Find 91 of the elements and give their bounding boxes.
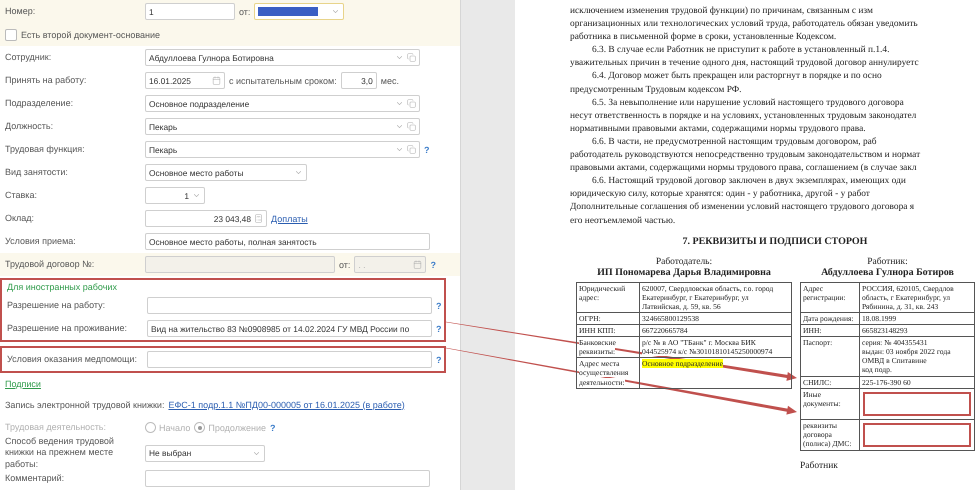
salary-field[interactable]: 23 043,48 <box>145 210 267 227</box>
date-field[interactable]: 16.01.2025 <box>145 72 225 89</box>
document-line: 6.6. В части, не предусмотренной настоящим трудовым договором, раб <box>591 136 878 149</box>
rate-field[interactable]: 1 <box>145 187 205 204</box>
select-field[interactable]: Пекарь <box>145 118 420 135</box>
field-label: Ставка: <box>5 190 38 202</box>
number-field[interactable]: 1 <box>145 3 235 20</box>
document-line: 6.3. В случае если Работник не приступит к работе в установленный п.1.4. <box>591 44 890 58</box>
checkbox-label: Есть второй документ-основание <box>21 30 160 40</box>
select-field[interactable]: Основное подразделение <box>145 95 420 112</box>
selection-highlight <box>258 7 318 16</box>
text-field[interactable] <box>147 297 432 314</box>
radio-label: Начало <box>159 422 190 432</box>
document-line: уважительных причин в течение одного дня, настоящий трудовой договор аннулируетс <box>570 57 920 70</box>
document-line: юридическую силу, которые хранятся: один - у работника, другой - у работ <box>570 188 871 202</box>
field-label: Комментарий: <box>5 472 66 484</box>
document-line: исключением изменения трудовой функции) по причинам, связанным с изм <box>570 5 874 18</box>
field-label: Трудовой договор №: <box>5 258 96 270</box>
text-field[interactable]: Основное место работы, полная занятость <box>145 233 430 250</box>
help-mark[interactable]: ? <box>436 324 442 334</box>
document-line: Дополнительные соглашения об изменении условий настоящего трудового договора я <box>570 201 916 214</box>
field-label: Трудовая деятельность: <box>5 422 107 434</box>
unit-label: мес. <box>380 76 399 86</box>
checkbox[interactable] <box>5 28 17 40</box>
document-line: 6.4. Договор может быть прекращен или расторгнут в порядке и по осно <box>591 70 883 84</box>
record-link[interactable]: ЕФС-1 подр.1.1 №ПД00-000005 от 16.01.2025 (в работе) <box>168 400 405 410</box>
select-field[interactable]: Абдуллоева Гулнора Ботировна <box>145 49 420 66</box>
document-line: правовыми актами, содержащими нормы трудового права, соглашением (в случае закл <box>570 162 918 176</box>
help-mark[interactable]: ? <box>436 354 442 364</box>
field-label: Условия оказания медпомощи: <box>7 354 138 366</box>
select-field[interactable]: Пекарь <box>145 141 420 158</box>
document-line: работодатель руководствуются непосредственно трудовым законодательством и нормат <box>570 149 922 162</box>
probation-label: с испытательным сроком: <box>229 76 337 86</box>
field-label: Разрешение на работу: <box>7 300 106 312</box>
text-field[interactable] <box>147 351 432 368</box>
field-label: Номер: <box>5 6 36 18</box>
date-label: от: <box>239 6 250 16</box>
date-label: от: <box>339 260 350 270</box>
field-label: Вид занятости: <box>5 166 69 178</box>
caret-icon[interactable] <box>192 191 201 200</box>
group-heading: Для иностранных рабочих <box>7 282 117 292</box>
caret-icon[interactable] <box>395 122 404 131</box>
open-icon[interactable] <box>407 53 416 62</box>
caret-icon[interactable] <box>331 7 340 16</box>
open-icon[interactable] <box>407 145 416 154</box>
probation-field[interactable]: 3,0 <box>340 72 377 89</box>
field-label: Сотрудник: <box>5 52 52 64</box>
open-icon[interactable] <box>407 99 416 108</box>
field-label: Условия приема: <box>5 236 77 248</box>
document-line: несут ответственность в порядке и на условиях, установленных трудовым законодател <box>570 110 918 123</box>
party-name: Абдуллоева Гулнора Ботиров <box>820 266 955 278</box>
calculator-icon[interactable] <box>254 214 263 223</box>
field-label: Запись электронной трудовой книжки: <box>5 400 164 410</box>
signatures-link[interactable]: Подписи <box>5 379 41 389</box>
caret-icon[interactable] <box>294 168 303 177</box>
party-role: Работник: <box>866 256 909 267</box>
field-label: Способ ведения трудовой книжки на прежнем месте работы: <box>5 436 115 470</box>
date-field[interactable] <box>254 3 344 20</box>
field-label: Должность: <box>5 120 54 132</box>
signature-label: Работник <box>800 460 839 471</box>
help-mark[interactable]: ? <box>436 300 442 310</box>
party-name: ИП Пономарева Дарья Владимировна <box>596 266 772 278</box>
field-label: Трудовая функция: <box>5 144 86 156</box>
select-field[interactable]: Не выбран <box>145 444 265 462</box>
open-icon[interactable] <box>407 122 416 131</box>
select-field[interactable]: Основное место работы <box>145 164 307 181</box>
party-role: Работодатель: <box>654 256 714 267</box>
help-mark[interactable]: ? <box>424 144 430 154</box>
caret-icon[interactable] <box>395 99 404 108</box>
document-line: работника в письменной форме в сроки, установленные Кодексом. <box>570 31 838 44</box>
caret-icon[interactable] <box>395 53 404 62</box>
field-label: Подразделение: <box>5 98 74 110</box>
text-field[interactable]: Вид на жительство 83 №0908985 от 14.02.2024 ГУ МВД России по <box>147 320 432 337</box>
calendar-icon[interactable] <box>212 76 221 85</box>
document-line: 6.5. За невыполнение или нарушение условий настоящего трудового договора <box>591 96 905 110</box>
field-label: Разрешение на проживание: <box>7 322 128 334</box>
document-line: организационных или технологических условий труда, работодатель обязан уведомить <box>570 18 919 32</box>
allowances-link[interactable]: Доплаты <box>271 214 308 224</box>
field-label: Принять на работу: <box>5 74 88 86</box>
document-line: нормативными правовыми актами, содержащими нормы трудового права. <box>570 122 867 136</box>
document-line: его неотъемлемой частью. <box>570 214 676 228</box>
calendar-icon[interactable] <box>413 260 422 269</box>
text-field[interactable] <box>145 470 430 487</box>
field-label: Оклад: <box>5 212 36 224</box>
section-heading: 7. РЕКВИЗИТЫ И ПОДПИСИ СТОРОН <box>682 236 868 247</box>
document-line: 6.6. Настоящий трудовой договор заключен в двух экземплярах, имеющих оди <box>591 175 907 188</box>
contract-number-field[interactable] <box>145 256 335 273</box>
help-mark[interactable]: ? <box>430 260 436 270</box>
radio-label: Продолжение <box>208 422 266 432</box>
document-line: предусмотренным Трудовым кодексом РФ. <box>570 84 743 97</box>
caret-icon[interactable] <box>395 145 404 154</box>
